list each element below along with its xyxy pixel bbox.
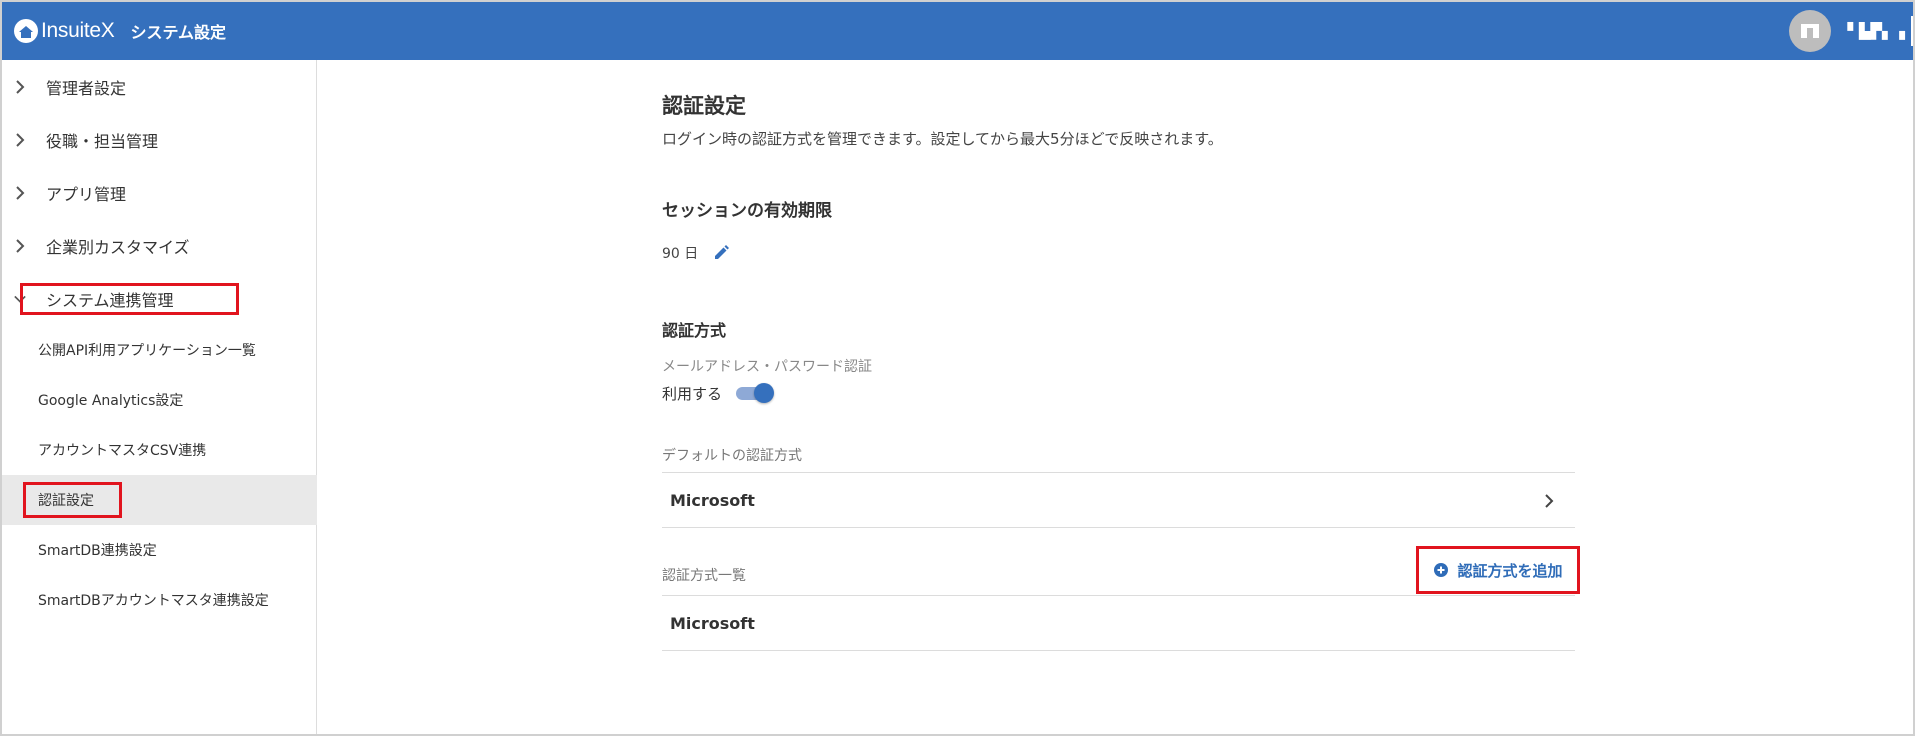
avatar[interactable] (1789, 10, 1832, 52)
sidebar-item-customize[interactable]: 企業別カスタマイズ (2, 219, 317, 272)
sidebar-subitem-label: 公開API利用アプリケーション一覧 (38, 343, 256, 359)
sidebar-item-label: 役職・担当管理 (46, 131, 159, 151)
auth-section-title: 認証方式 (662, 321, 727, 340)
sidebar-subitem-smartdb-account[interactable]: SmartDBアカウントマスタ連携設定 (2, 575, 317, 625)
add-auth-method-label: 認証方式を追加 (1457, 561, 1563, 580)
password-auth-label: メールアドレス・パスワード認証 (662, 359, 872, 375)
auth-methods-list-label: 認証方式一覧 (662, 568, 746, 584)
header-title: システム設定 (130, 23, 227, 42)
highlight-system-integration (20, 283, 239, 315)
session-section-title: セッションの有効期限 (662, 201, 832, 221)
sidebar-item-label: アプリ管理 (46, 184, 127, 204)
session-expiry-value: 90 日 (662, 246, 699, 262)
sidebar-subitem-label: Google Analytics設定 (38, 393, 184, 409)
top-bar: InsuiteX システム設定 ▘▙▛▖▗ (2, 2, 1913, 60)
sidebar-item-label: 企業別カスタマイズ (46, 237, 190, 257)
auth-method-list-item[interactable]: Microsoft (662, 595, 1575, 651)
auth-method-name: Microsoft (670, 613, 755, 633)
chevron-right-icon (14, 238, 26, 253)
default-auth-value: Microsoft (670, 490, 755, 510)
sidebar: 管理者設定 役職・担当管理 アプリ管理 企業別カスタマイズ システム連携管理 公… (2, 60, 317, 734)
sidebar-item-apps[interactable]: アプリ管理 (2, 166, 317, 219)
password-auth-toggle-row: 利用する (662, 382, 776, 404)
app-logo[interactable]: InsuiteX (14, 19, 115, 43)
sidebar-subitem-smartdb[interactable]: SmartDB連携設定 (2, 525, 317, 575)
logo-text: InsuiteX (41, 19, 115, 42)
sidebar-subitem-google-analytics[interactable]: Google Analytics設定 (2, 375, 317, 425)
sidebar-subitem-label: アカウントマスタCSV連携 (38, 443, 207, 459)
password-auth-toggle[interactable] (736, 382, 776, 404)
sidebar-subitem-public-api[interactable]: 公開API利用アプリケーション一覧 (2, 325, 317, 375)
chevron-right-icon (1543, 493, 1557, 509)
pencil-icon[interactable] (712, 244, 730, 262)
user-menu[interactable]: ▘▙▛▖▗ (1789, 2, 1913, 60)
sidebar-item-admin-settings[interactable]: 管理者設定 (2, 60, 317, 113)
user-name[interactable]: ▘▙▛▖▗ (1847, 22, 1905, 40)
chevron-right-icon (14, 79, 26, 94)
logo-house-icon (14, 19, 38, 43)
sidebar-item-label: 管理者設定 (46, 78, 127, 98)
highlight-auth-settings (23, 482, 122, 518)
add-auth-method-button[interactable]: 認証方式を追加 (1416, 546, 1580, 594)
avatar-icon (1801, 24, 1820, 38)
toggle-thumb (754, 383, 775, 403)
page-description: ログイン時の認証方式を管理できます。設定してから最大5分ほどで反映されます。 (662, 130, 1223, 148)
sidebar-subitem-label: SmartDBアカウントマスタ連携設定 (38, 593, 269, 609)
toggle-label: 利用する (662, 384, 723, 403)
chevron-right-icon (14, 185, 26, 200)
header-divider (1911, 16, 1913, 46)
default-auth-row[interactable]: Microsoft (662, 472, 1575, 528)
page-title: 認証設定 (662, 94, 746, 118)
plus-circle-icon (1433, 562, 1449, 578)
sidebar-item-roles[interactable]: 役職・担当管理 (2, 113, 317, 166)
sidebar-subitem-account-csv[interactable]: アカウントマスタCSV連携 (2, 425, 317, 475)
default-auth-label: デフォルトの認証方式 (662, 448, 802, 464)
sidebar-subitem-label: SmartDB連携設定 (38, 543, 157, 559)
session-expiry-row: 90 日 (662, 243, 730, 263)
chevron-right-icon (14, 132, 26, 147)
